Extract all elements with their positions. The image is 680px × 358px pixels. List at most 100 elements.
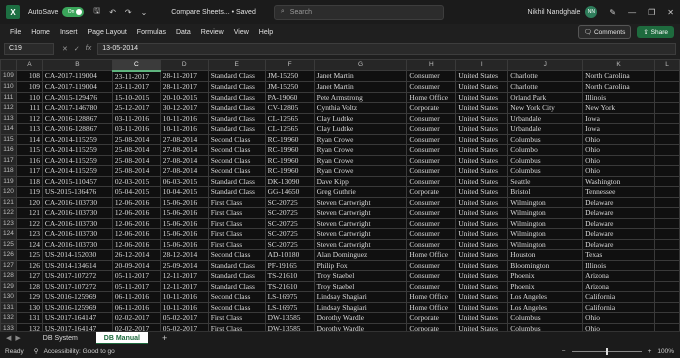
cell[interactable]: CA-2014-115259 (41, 165, 113, 177)
cell[interactable]: Wilmington (507, 217, 584, 229)
save-icon[interactable]: 🖫 (93, 5, 100, 19)
cell[interactable]: First Class (207, 196, 266, 208)
cell[interactable]: CA-2016-128867 (41, 123, 113, 135)
cell[interactable]: Consumer (406, 112, 457, 124)
cell[interactable]: United States (455, 123, 509, 135)
menu-file[interactable]: File (10, 29, 21, 36)
confirm-icon[interactable]: ✓ (74, 45, 80, 53)
cell[interactable]: TS-21610 (264, 280, 315, 292)
cell[interactable]: Ryan Crowe (313, 144, 408, 156)
cell[interactable]: CA-2016-103730 (41, 217, 113, 229)
cell[interactable]: 116 (15, 154, 43, 166)
cell[interactable]: Standard Class (207, 175, 266, 187)
cell[interactable]: 27-08-2014 (159, 133, 209, 145)
cell[interactable]: Texas (582, 249, 655, 261)
column-header-i[interactable]: I (455, 59, 509, 71)
cell[interactable]: CL-12565 (264, 123, 315, 135)
cell[interactable]: Los Angeles (507, 291, 584, 303)
cell[interactable]: United States (455, 249, 509, 261)
cell[interactable]: 129 (15, 291, 43, 303)
cell[interactable]: Illinois (582, 259, 655, 271)
pen-icon[interactable]: ✎ (609, 8, 616, 17)
cell[interactable]: 28-11-2017 (159, 81, 209, 93)
cell[interactable]: Delaware (582, 238, 655, 250)
cell[interactable] (654, 102, 680, 114)
cell[interactable]: Pete Armstrong (313, 91, 408, 103)
cell[interactable]: 10-11-2016 (159, 123, 209, 135)
cell[interactable]: 111 (15, 102, 43, 114)
cell[interactable]: 128 (15, 280, 43, 292)
cell[interactable]: 131 (15, 312, 43, 324)
cell[interactable]: Iowa (582, 112, 655, 124)
cell[interactable]: 23-11-2017 (111, 81, 161, 93)
cell[interactable]: Consumer (406, 238, 457, 250)
cell[interactable]: Dave Kipp (313, 175, 408, 187)
cell[interactable]: 05-04-2015 (111, 186, 161, 198)
cell[interactable]: LS-16975 (264, 291, 315, 303)
cell[interactable]: Janet Martin (313, 81, 408, 93)
cell[interactable]: United States (455, 91, 509, 103)
zoom-slider-knob[interactable] (605, 347, 608, 355)
cell[interactable]: 25-09-2014 (159, 259, 209, 271)
cell[interactable]: Second Class (207, 301, 266, 313)
menu-view[interactable]: View (234, 29, 249, 36)
cell[interactable]: SC-20725 (264, 228, 315, 240)
cell[interactable]: Consumer (406, 207, 457, 219)
cell[interactable]: CA-2015-129476 (41, 91, 113, 103)
row-header[interactable]: 133 (0, 322, 17, 331)
row-header[interactable]: 123 (0, 217, 17, 229)
cell[interactable]: Columbus (507, 322, 584, 331)
row-header[interactable]: 117 (0, 154, 17, 166)
row-header[interactable]: 119 (0, 175, 17, 187)
cell[interactable]: 05-11-2017 (111, 270, 161, 282)
cell[interactable] (654, 270, 680, 282)
menu-home[interactable]: Home (31, 29, 50, 36)
menu-review[interactable]: Review (201, 29, 224, 36)
cell[interactable]: 15-10-2015 (111, 91, 161, 103)
cell[interactable]: 121 (15, 207, 43, 219)
cell[interactable]: United States (455, 81, 509, 93)
zoom-out-icon[interactable]: − (562, 348, 566, 355)
cell[interactable]: Ohio (582, 165, 655, 177)
cell[interactable]: Wilmington (507, 207, 584, 219)
redo-icon[interactable]: ↷ (125, 8, 132, 17)
cell[interactable]: 130 (15, 301, 43, 313)
cell[interactable]: 26-12-2014 (111, 249, 161, 261)
cell[interactable]: US-2014-152030 (41, 249, 113, 261)
cell[interactable]: Greg Guthrie (313, 186, 408, 198)
cell[interactable]: Ohio (582, 322, 655, 331)
cell[interactable]: Standard Class (207, 123, 266, 135)
cell[interactable]: CA-2015-110457 (41, 175, 113, 187)
cell[interactable]: Clay Ludtke (313, 112, 408, 124)
cell[interactable]: New York (582, 102, 655, 114)
cell[interactable]: United States (455, 133, 509, 145)
row-header[interactable]: 128 (0, 270, 17, 282)
cell[interactable]: 125 (15, 249, 43, 261)
cell[interactable]: Second Class (207, 154, 266, 166)
cell[interactable]: United States (455, 270, 509, 282)
cell[interactable]: 126 (15, 259, 43, 271)
row-header[interactable]: 113 (0, 112, 17, 124)
cell[interactable]: DW-13585 (264, 322, 315, 331)
cell[interactable]: 02-02-2017 (111, 312, 161, 324)
menu-data[interactable]: Data (176, 29, 191, 36)
cell[interactable]: Phoenix (507, 270, 584, 282)
cell[interactable]: Standard Class (207, 270, 266, 282)
cell[interactable]: CA-2014-115259 (41, 154, 113, 166)
cell[interactable]: US-2014-134614 (41, 259, 113, 271)
cell[interactable]: Consumer (406, 123, 457, 135)
cell[interactable]: Second Class (207, 249, 266, 261)
cell[interactable]: Consumer (406, 81, 457, 93)
row-header[interactable]: 131 (0, 301, 17, 313)
share-button[interactable]: ⇪ Share (637, 26, 674, 38)
cell[interactable]: 132 (15, 322, 43, 331)
cell[interactable]: United States (455, 186, 509, 198)
cell[interactable]: 20-09-2014 (111, 259, 161, 271)
cell[interactable] (654, 144, 680, 156)
cell[interactable]: 28-11-2017 (159, 70, 209, 82)
column-header-c[interactable]: C (111, 59, 161, 72)
cell[interactable]: United States (455, 102, 509, 114)
cell[interactable]: 25-12-2017 (111, 102, 161, 114)
cell[interactable]: Ohio (582, 312, 655, 324)
close-icon[interactable]: ✕ (667, 8, 674, 17)
